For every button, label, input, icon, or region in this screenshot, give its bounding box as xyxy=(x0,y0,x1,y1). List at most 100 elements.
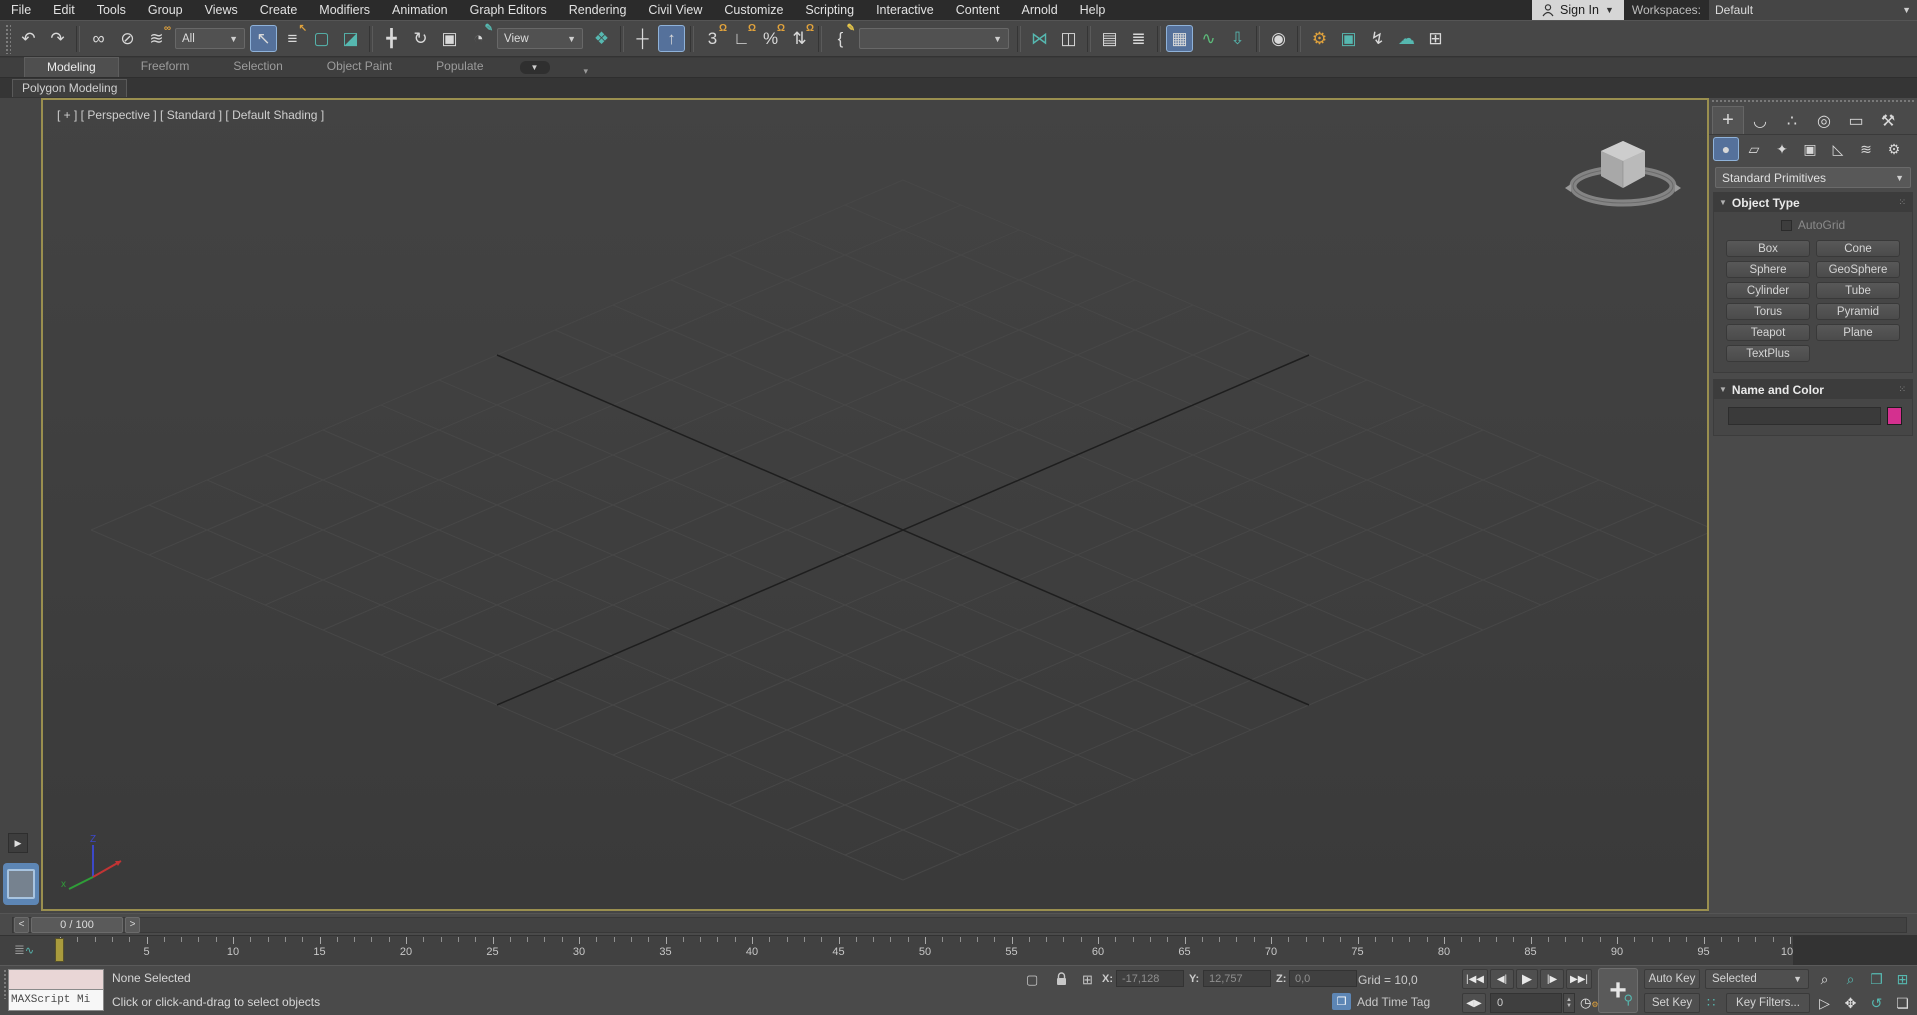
isolate-selection-icon[interactable]: ▢ xyxy=(1026,972,1038,988)
go-to-end-button[interactable]: ▶▶| xyxy=(1566,969,1592,989)
maxscript-macro-recorder[interactable] xyxy=(8,969,104,990)
add-time-tag-label[interactable]: Add Time Tag xyxy=(1357,995,1430,1009)
select-and-scale-icon[interactable]: ▣ xyxy=(436,25,463,52)
render-setup-icon[interactable]: ⚙ xyxy=(1306,25,1333,52)
object-type-plane[interactable]: Plane xyxy=(1816,324,1900,341)
create-tab[interactable]: + xyxy=(1712,106,1744,134)
menu-item-content[interactable]: Content xyxy=(945,0,1011,20)
zoom-extents-all-icon[interactable]: ⊞ xyxy=(1890,969,1915,990)
menu-item-civil-view[interactable]: Civil View xyxy=(637,0,713,20)
ribbon-tab-modeling[interactable]: Modeling xyxy=(24,57,119,77)
ribbon-toggle-icon[interactable]: ▦ xyxy=(1166,25,1193,52)
time-configuration-icon[interactable]: ◷⚙ xyxy=(1580,995,1599,1011)
menu-item-group[interactable]: Group xyxy=(137,0,194,20)
named-selection-dropdown[interactable]: ▼ xyxy=(859,28,1009,49)
render-production-icon[interactable]: ↯ xyxy=(1364,25,1391,52)
object-type-tube[interactable]: Tube xyxy=(1816,282,1900,299)
unlink-selection-icon[interactable]: ⊘ xyxy=(114,25,141,52)
render-in-cloud-icon[interactable]: ☁ xyxy=(1393,25,1420,52)
use-pivot-center-icon[interactable]: ❖ xyxy=(588,25,615,52)
angle-snap-icon[interactable]: ∟Ω xyxy=(728,25,755,52)
cameras-subtab[interactable]: ▣ xyxy=(1797,137,1823,161)
spinner-snap-icon[interactable]: ⇅Ω xyxy=(786,25,813,52)
command-panel-drag-handle[interactable] xyxy=(1711,99,1915,104)
motion-tab[interactable]: ◎ xyxy=(1808,108,1840,134)
autodesk-gallery-icon[interactable]: ⊞ xyxy=(1422,25,1449,52)
maxscript-listener-field[interactable]: MAXScript Mi xyxy=(8,990,104,1011)
layer-explorer-icon[interactable]: ≣ xyxy=(1125,25,1152,52)
orbit-icon[interactable]: ↺ xyxy=(1864,993,1889,1014)
select-and-move-icon[interactable]: ╋ xyxy=(378,25,405,52)
redo-icon[interactable]: ↷ xyxy=(44,25,71,52)
previous-frame-playback-button[interactable]: ◀| xyxy=(1490,969,1514,989)
set-key-filters-icon[interactable]: ∷ xyxy=(1707,995,1715,1011)
menu-item-animation[interactable]: Animation xyxy=(381,0,459,20)
sign-in-button[interactable]: Sign In ▼ xyxy=(1532,0,1624,20)
modify-tab[interactable]: ◡ xyxy=(1744,108,1776,134)
transform-type-in-icon[interactable]: ⊞ xyxy=(1082,972,1093,988)
menu-item-help[interactable]: Help xyxy=(1069,0,1117,20)
menu-item-customize[interactable]: Customize xyxy=(713,0,794,20)
systems-subtab[interactable]: ⚙ xyxy=(1881,137,1907,161)
viewcube[interactable] xyxy=(1563,116,1683,220)
keyboard-shortcut-override-icon[interactable]: ↑ xyxy=(658,25,685,52)
x-coordinate-field[interactable]: -17,128 xyxy=(1116,970,1184,987)
menu-item-views[interactable]: Views xyxy=(194,0,249,20)
align-icon[interactable]: ◫ xyxy=(1055,25,1082,52)
percent-snap-icon[interactable]: %Ω xyxy=(757,25,784,52)
object-type-sphere[interactable]: Sphere xyxy=(1726,261,1810,278)
add-time-tag-icon[interactable]: ❒ xyxy=(1332,993,1351,1010)
toolbar-drag-handle[interactable] xyxy=(5,24,11,54)
next-frame-button[interactable]: > xyxy=(125,917,140,933)
menu-item-tools[interactable]: Tools xyxy=(86,0,137,20)
mirror-icon[interactable]: ⋈ xyxy=(1026,25,1053,52)
object-type-torus[interactable]: Torus xyxy=(1726,303,1810,320)
menu-item-create[interactable]: Create xyxy=(249,0,309,20)
rendered-frame-window-icon[interactable]: ▣ xyxy=(1335,25,1362,52)
rectangular-selection-region-icon[interactable]: ▢ xyxy=(308,25,335,52)
ribbon-tab-selection[interactable]: Selection xyxy=(211,57,304,77)
perspective-viewport[interactable]: [ + ] [ Perspective ] [ Standard ] [ Def… xyxy=(41,98,1709,911)
display-tab[interactable]: ▭ xyxy=(1840,108,1872,134)
selection-set-dropdown[interactable]: Selected ▼ xyxy=(1705,969,1809,989)
maxscript-mini-listener[interactable]: MAXScript Mi xyxy=(8,969,104,1013)
ribbon-tab-object-paint[interactable]: Object Paint xyxy=(305,57,414,77)
field-of-view-icon[interactable]: ▷ xyxy=(1812,993,1837,1014)
object-type-cone[interactable]: Cone xyxy=(1816,240,1900,257)
space-warps-subtab[interactable]: ≋ xyxy=(1853,137,1879,161)
y-coordinate-field[interactable]: 12,757 xyxy=(1203,970,1271,987)
pan-view-icon[interactable]: ✥ xyxy=(1838,993,1863,1014)
mini-curve-editor-icon[interactable]: ≣∿ xyxy=(14,942,34,958)
bind-to-space-warp-icon[interactable]: ≋∞ xyxy=(143,25,170,52)
object-type-textplus[interactable]: TextPlus xyxy=(1726,345,1810,362)
object-type-pyramid[interactable]: Pyramid xyxy=(1816,303,1900,320)
ribbon-config-dropdown[interactable]: ▼ xyxy=(520,61,550,74)
object-type-rollout-header[interactable]: ▼ Object Type ⁙ xyxy=(1714,193,1912,212)
auto-key-button[interactable]: Auto Key xyxy=(1644,969,1700,989)
menu-item-file[interactable]: File xyxy=(0,0,42,20)
zoom-all-icon[interactable]: ⌕ xyxy=(1838,969,1863,990)
key-filters-button[interactable]: Key Filters... xyxy=(1726,993,1810,1013)
ribbon-tab-populate[interactable]: Populate xyxy=(414,57,505,77)
object-type-teapot[interactable]: Teapot xyxy=(1726,324,1810,341)
menu-item-graph-editors[interactable]: Graph Editors xyxy=(459,0,558,20)
select-and-link-icon[interactable]: ∞ xyxy=(85,25,112,52)
time-slider-track[interactable] xyxy=(12,917,1907,933)
object-type-cylinder[interactable]: Cylinder xyxy=(1726,282,1810,299)
menu-item-arnold[interactable]: Arnold xyxy=(1011,0,1069,20)
hierarchy-tab[interactable]: ∴ xyxy=(1776,108,1808,134)
material-editor-icon[interactable]: ◉ xyxy=(1265,25,1292,52)
snaps-toggle-icon[interactable]: 3Ω xyxy=(699,25,726,52)
track-bar[interactable]: ≣∿ 0510152025303540455055606570758085909… xyxy=(0,935,1917,965)
window-crossing-toggle-icon[interactable]: ◪ xyxy=(337,25,364,52)
undo-icon[interactable]: ↶ xyxy=(15,25,42,52)
name-and-color-rollout-header[interactable]: ▼ Name and Color ⁙ xyxy=(1714,380,1912,399)
zoom-extents-icon[interactable]: ❒ xyxy=(1864,969,1889,990)
next-frame-playback-button[interactable]: |▶ xyxy=(1540,969,1564,989)
object-type-box[interactable]: Box xyxy=(1726,240,1810,257)
zoom-icon[interactable]: ⌕ xyxy=(1812,969,1837,990)
workspace-dropdown[interactable]: Default ▼ xyxy=(1709,0,1917,20)
polygon-modeling-panel-tab[interactable]: Polygon Modeling xyxy=(12,79,127,97)
previous-frame-button[interactable]: < xyxy=(14,917,29,933)
expand-toolbar-button[interactable]: ▶ xyxy=(8,833,28,853)
